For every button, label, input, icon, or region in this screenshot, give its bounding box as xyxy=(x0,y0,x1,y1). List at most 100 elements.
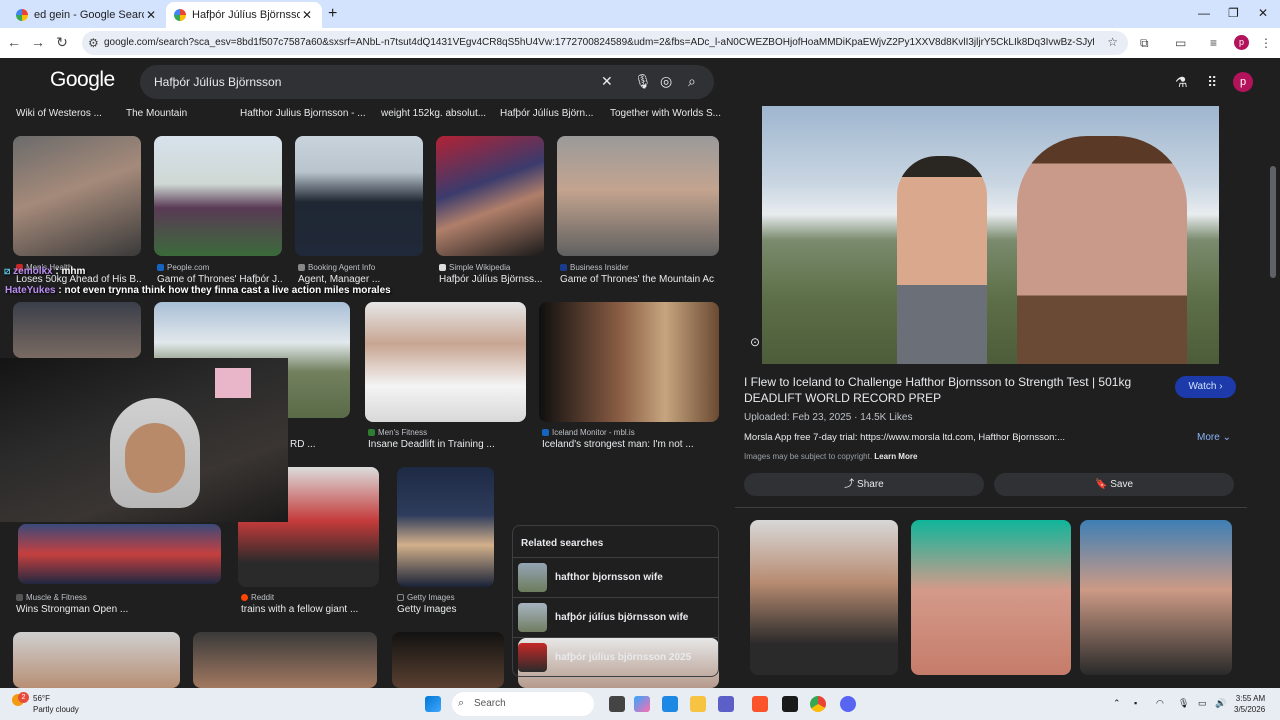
result-image[interactable] xyxy=(154,136,282,256)
tab-ed-gein[interactable]: ed gein - Google Search ✕ xyxy=(8,2,166,28)
image-preview-panel: ⊙ I Flew to Iceland to Challenge Hafthor… xyxy=(735,106,1247,688)
google-account-avatar[interactable]: p xyxy=(1233,72,1253,92)
result-caption[interactable]: Hafþór Júlíus Björnss... xyxy=(439,274,547,285)
google-logo[interactable]: Google xyxy=(50,68,115,92)
labs-flask-icon[interactable]: ⚗ xyxy=(1175,74,1188,91)
back-icon[interactable]: ← xyxy=(5,34,23,50)
getty-icon xyxy=(397,594,404,601)
result-caption[interactable]: Insane Deadlift in Training ... xyxy=(368,439,523,450)
taskbar-search[interactable]: ⌕ Search xyxy=(452,692,594,716)
address-bar[interactable]: ⚙ google.com/search?sca_esv=8bd1f507c758… xyxy=(82,31,1128,55)
volume-icon[interactable]: 🔊 xyxy=(1215,698,1226,709)
result-caption[interactable]: Iceland's strongest man: I'm not ... xyxy=(542,439,717,450)
source-favicon-icon xyxy=(439,264,446,271)
lens-search-icon[interactable]: ⊙ xyxy=(750,335,760,349)
reading-list-icon[interactable]: ≡ xyxy=(1210,36,1217,50)
close-tab-icon[interactable]: ✕ xyxy=(144,8,158,22)
result-caption[interactable]: Getty Images xyxy=(397,604,497,615)
teams-icon[interactable] xyxy=(718,696,734,712)
result-image[interactable] xyxy=(397,467,494,587)
bookmark-star-icon[interactable]: ☆ xyxy=(1107,35,1118,49)
brave-icon[interactable] xyxy=(752,696,768,712)
chip-hafthor-bjorn[interactable]: Hafþór Júlíus Björn... xyxy=(500,108,593,119)
result-caption[interactable]: Agent, Manager ... xyxy=(298,274,423,285)
windows-start-icon[interactable] xyxy=(425,696,441,712)
lens-icon[interactable]: ◎ xyxy=(660,73,672,90)
result-image[interactable] xyxy=(13,302,141,358)
new-tab-button[interactable]: + xyxy=(328,5,337,23)
related-item[interactable]: hafþór júlíus björnsson wife xyxy=(513,597,718,637)
discord-icon[interactable] xyxy=(840,696,856,712)
reload-icon[interactable]: ↻ xyxy=(53,34,71,51)
result-image[interactable] xyxy=(193,632,377,688)
chat-message: HateYukes : not even trynna think how th… xyxy=(5,285,391,296)
network-icon[interactable]: ▭ xyxy=(1198,698,1207,709)
tab-hafthor[interactable]: Hafþór Júlíus Björnsson - Goog ✕ xyxy=(166,2,322,28)
menu-dots-icon[interactable]: ⋮ xyxy=(1260,36,1272,50)
share-icon: ⤴ xyxy=(844,479,855,490)
result-image[interactable] xyxy=(557,136,719,256)
result-caption[interactable]: Game of Thrones' the Mountain Ac... xyxy=(560,274,715,285)
chip-wiki-of-westeros[interactable]: Wiki of Westeros ... xyxy=(16,108,102,119)
tray-chevron-icon[interactable]: ⌃ xyxy=(1113,698,1121,709)
task-view-icon[interactable] xyxy=(609,696,625,712)
extensions-icon[interactable]: ⧉ xyxy=(1140,36,1149,51)
result-image[interactable] xyxy=(13,136,141,256)
result-image[interactable] xyxy=(295,136,423,256)
result-caption[interactable]: Game of Thrones' Hafþór J... xyxy=(157,274,282,285)
close-tab-icon[interactable]: ✕ xyxy=(300,8,314,22)
store-icon[interactable] xyxy=(662,696,678,712)
chip-hafthor-julius[interactable]: Hafthor Julius Bjornsson - ... xyxy=(240,108,366,119)
cast-icon[interactable]: ▭ xyxy=(1175,36,1186,50)
system-clock[interactable]: 3:55 AM 3/5/2026 xyxy=(1234,693,1265,715)
related-image[interactable] xyxy=(1080,520,1232,675)
related-image[interactable] xyxy=(750,520,898,675)
window-close-icon[interactable]: ✕ xyxy=(1258,6,1268,20)
site-info-icon[interactable]: ⚙ xyxy=(88,36,99,50)
apps-grid-icon[interactable]: ⠿ xyxy=(1207,74,1217,91)
scrollbar[interactable] xyxy=(1270,166,1276,278)
search-input[interactable]: Hafþór Júlíus Björnsson xyxy=(154,75,281,89)
related-item[interactable]: hafþór júlíus björnsson 2025 xyxy=(513,637,718,677)
preview-image[interactable] xyxy=(762,106,1219,364)
result-image[interactable] xyxy=(436,136,544,256)
result-caption[interactable]: trains with a fellow giant ... xyxy=(241,604,381,615)
chrome-icon[interactable] xyxy=(810,696,826,712)
result-image[interactable] xyxy=(539,302,719,422)
save-button[interactable]: 🔖 Save xyxy=(994,473,1234,496)
share-button[interactable]: ⤴ Share xyxy=(744,473,984,496)
result-image[interactable] xyxy=(18,524,221,584)
clear-icon[interactable]: ✕ xyxy=(601,73,613,90)
minimize-icon[interactable]: — xyxy=(1198,6,1210,20)
related-image[interactable] xyxy=(911,520,1071,675)
chip-together-worlds[interactable]: Together with Worlds S... xyxy=(610,108,721,119)
more-button[interactable]: More ⌄ xyxy=(1197,432,1231,443)
weather-widget[interactable]: 56°F Partly cloudy xyxy=(33,693,79,715)
chip-the-mountain[interactable]: The Mountain xyxy=(126,108,187,119)
wifi-icon[interactable]: ◠ xyxy=(1156,698,1164,709)
copilot-icon[interactable] xyxy=(634,696,650,712)
microphone-tray-icon[interactable]: 🎙 xyxy=(1178,698,1189,709)
result-caption[interactable]: RD ... xyxy=(290,439,350,450)
result-caption[interactable]: Wins Strongman Open ... xyxy=(16,604,216,615)
forward-icon[interactable]: → xyxy=(29,34,47,50)
chip-weight[interactable]: weight 152kg. absolut... xyxy=(381,108,486,119)
learn-more-link[interactable]: Learn More xyxy=(874,452,917,461)
weather-icon[interactable]: 2 xyxy=(12,692,29,710)
search-icon[interactable]: ⌕ xyxy=(688,73,696,90)
microphone-icon[interactable]: 🎙 xyxy=(634,73,652,90)
watch-button[interactable]: Watch › xyxy=(1175,376,1236,398)
result-image[interactable] xyxy=(365,302,526,422)
related-item[interactable]: hafthor bjornsson wife xyxy=(513,557,718,597)
restore-icon[interactable]: ❐ xyxy=(1228,6,1239,20)
result-image[interactable] xyxy=(13,632,180,688)
file-explorer-icon[interactable] xyxy=(690,696,706,712)
app-icon[interactable] xyxy=(782,696,798,712)
preview-title[interactable]: I Flew to Iceland to Challenge Hafthor B… xyxy=(744,374,1154,406)
search-box[interactable]: Hafþór Júlíus Björnsson ✕ 🎙 ◎ ⌕ xyxy=(140,65,714,99)
browser-profile-avatar[interactable]: p xyxy=(1234,35,1249,50)
tray-app-icon[interactable]: ▪ xyxy=(1134,698,1137,708)
tab-strip: ed gein - Google Search ✕ Hafþór Júlíus … xyxy=(0,0,1280,28)
result-image[interactable] xyxy=(392,632,504,688)
url-text: google.com/search?sca_esv=8bd1f507c7587a… xyxy=(104,37,1094,48)
